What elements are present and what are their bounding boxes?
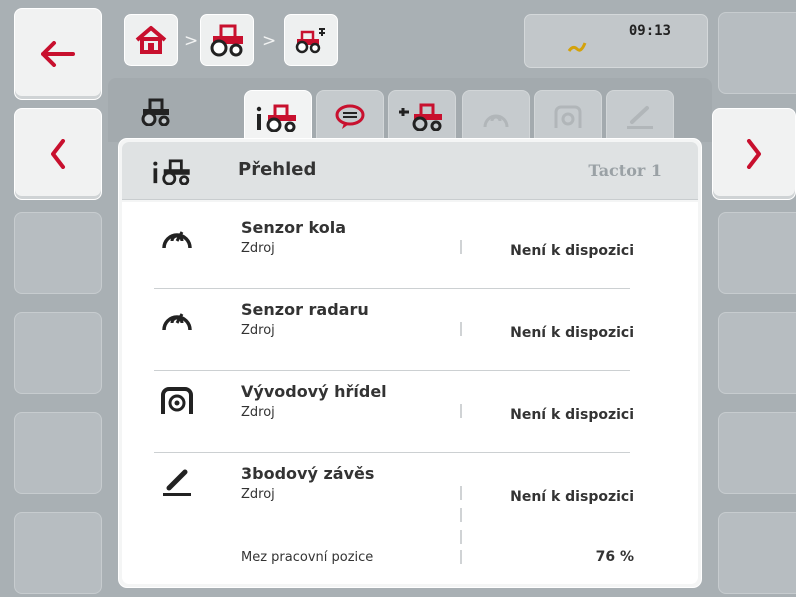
list-item-pto[interactable]: Vývodový hřídel Zdroj Není k dispozici [122, 366, 698, 448]
breadcrumb-tractor-settings[interactable] [284, 14, 338, 66]
tab-messages[interactable] [316, 90, 384, 142]
separator-bar [460, 550, 462, 564]
chevron-left-icon [51, 139, 65, 169]
tab-wheel-sensor[interactable] [462, 90, 530, 142]
list-item-radar-sensor[interactable]: Senzor radaru Zdroj Není k dispozici [122, 284, 698, 366]
page-title: Přehled [238, 159, 317, 180]
work-position-limit-label: Mez pracovní pozice [241, 550, 374, 565]
tab-tractor[interactable] [140, 98, 172, 130]
pto-icon [161, 387, 193, 414]
softkey-right-1[interactable] [718, 12, 796, 94]
separator-bar [460, 322, 462, 336]
list-item-wheel-sensor[interactable]: Senzor kola Zdroj Není k dispozici [122, 202, 698, 284]
item-source-value: Není k dispozici [510, 489, 634, 505]
hitch-icon [163, 469, 191, 496]
softkey-left-3[interactable] [14, 212, 102, 294]
item-name: 3bodový závěs [241, 464, 375, 483]
breadcrumb-home[interactable] [124, 14, 178, 66]
tractor-name: Tactor 1 [588, 161, 662, 180]
wheel-sensor-icon [483, 114, 509, 127]
item-name: Senzor radaru [241, 300, 369, 319]
softkey-right-5[interactable] [718, 412, 796, 494]
tractor-info-icon [256, 104, 296, 132]
tab-tractor-settings[interactable] [388, 90, 456, 142]
separator-bar [460, 508, 462, 522]
item-source-label: Zdroj [241, 487, 275, 502]
tractor-icon [210, 24, 243, 57]
softkey-left-4[interactable] [14, 312, 102, 394]
softkey-right-6[interactable] [718, 512, 796, 594]
previous-button[interactable] [14, 108, 102, 200]
gps-signal-icon [567, 42, 587, 52]
separator-bar [460, 530, 462, 544]
next-button[interactable] [712, 108, 796, 200]
item-source-label: Zdroj [241, 323, 275, 338]
wheel-sensor-icon [162, 231, 192, 249]
breadcrumb-tractor[interactable] [200, 14, 254, 66]
tab-hitch[interactable] [606, 90, 674, 142]
speech-bubble-icon [335, 104, 365, 129]
back-button[interactable] [14, 8, 102, 100]
item-name: Senzor kola [241, 218, 347, 237]
home-icon [135, 26, 167, 54]
status-panel: 09:13 [524, 14, 708, 68]
arrow-left-icon [41, 41, 75, 67]
tractor-icon [141, 98, 170, 127]
hitch-icon [627, 105, 653, 129]
radar-sensor-icon [162, 313, 192, 331]
item-source-value: Není k dispozici [510, 407, 634, 423]
sensor-list: Senzor kola Zdroj Není k dispozici Senzo… [122, 202, 698, 584]
tractor-settings-icon [399, 103, 442, 131]
tab-overview[interactable] [244, 90, 312, 144]
item-source-label: Zdroj [241, 241, 275, 256]
chevron-right-icon [747, 139, 761, 169]
separator-bar [460, 240, 462, 254]
tab-pto[interactable] [534, 90, 602, 142]
work-position-limit-value: 76 % [595, 549, 634, 565]
panel-header: Přehled Tactor 1 [122, 142, 698, 200]
softkey-left-5[interactable] [14, 412, 102, 494]
item-name: Vývodový hřídel [241, 382, 387, 401]
pto-icon [554, 105, 582, 128]
breadcrumb-separator: > [184, 31, 199, 51]
tractor-settings-icon [295, 28, 325, 54]
item-source-label: Zdroj [241, 405, 275, 420]
item-source-value: Není k dispozici [510, 325, 634, 341]
item-source-value: Není k dispozici [510, 243, 634, 259]
softkey-left-6[interactable] [14, 512, 102, 594]
separator-bar [460, 486, 462, 500]
separator-bar [460, 404, 462, 418]
clock: 09:13 [628, 23, 671, 39]
breadcrumb-separator: > [262, 31, 277, 51]
softkey-right-3[interactable] [718, 212, 796, 294]
softkey-right-4[interactable] [718, 312, 796, 394]
tractor-info-icon [153, 159, 190, 185]
